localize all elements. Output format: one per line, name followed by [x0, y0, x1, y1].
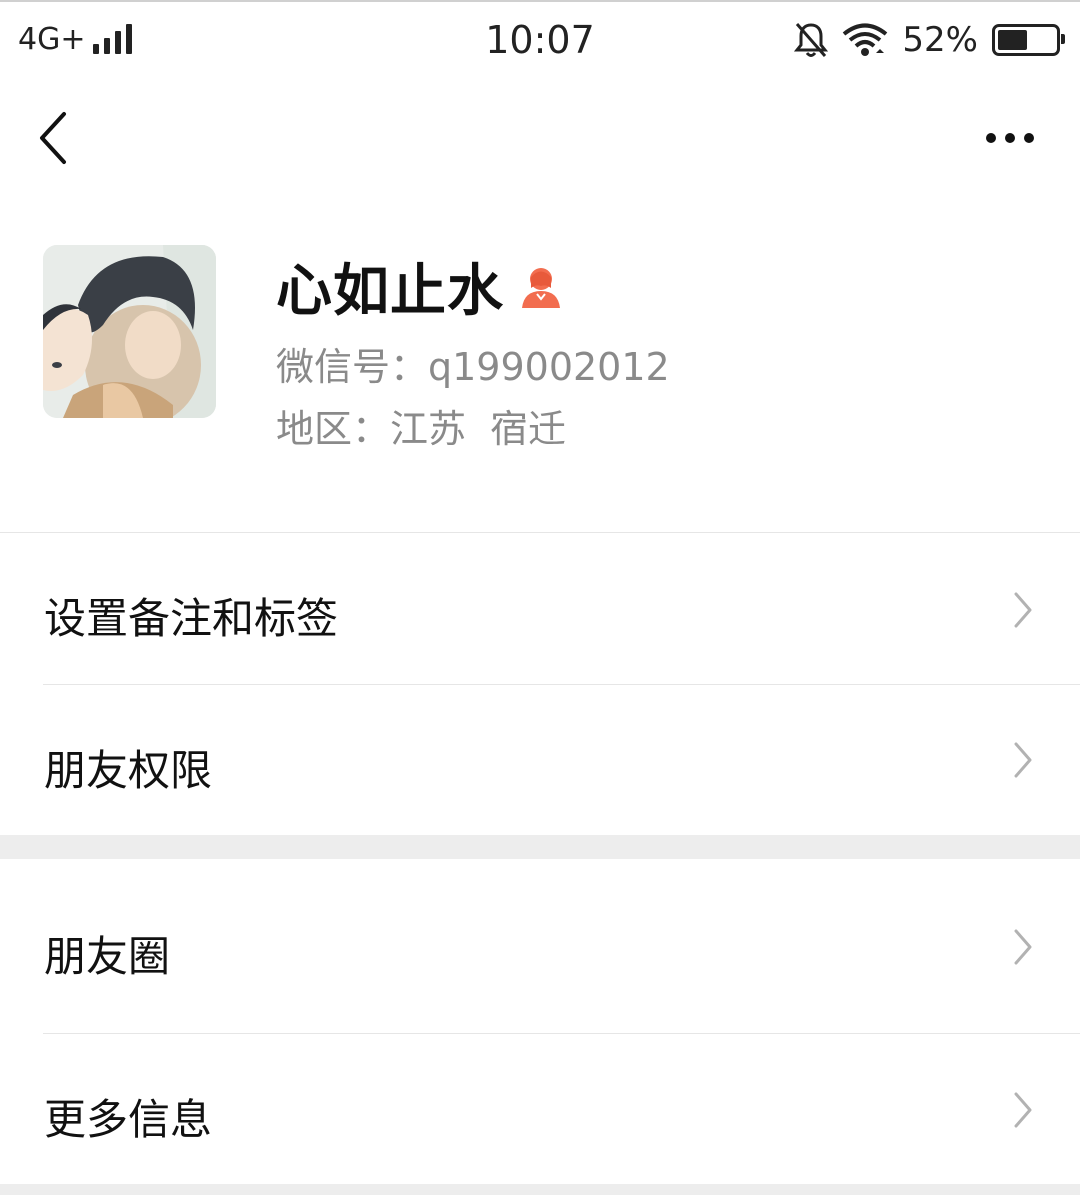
dot [1024, 133, 1034, 143]
menu-item-label: 设置备注和标签 [44, 594, 339, 643]
avatar[interactable] [43, 245, 216, 418]
section-separator [0, 835, 1080, 859]
menu-item-label: 朋友权限 [44, 746, 213, 795]
chevron-left-icon[interactable] [26, 102, 86, 172]
wechat-id: 微信号：q199002012 [276, 345, 670, 389]
status-right: 52% [794, 20, 1065, 60]
chevron-right-icon [1014, 929, 1032, 965]
menu-item-label: 朋友圈 [44, 932, 171, 981]
battery-percent: 52% [902, 20, 978, 60]
chevron-right-icon [1014, 592, 1032, 628]
profile-name: 心如止水 [276, 259, 504, 324]
dot [1005, 133, 1015, 143]
profile-header: 心如止水 微信号：q199002012 地区：江苏 宿迁 [0, 198, 1080, 532]
status-bar: 4G+ 10:07 52% [0, 0, 1080, 80]
nav-bar [0, 78, 1080, 198]
more-dots-icon[interactable] [980, 118, 1040, 158]
region-province: 江苏 [390, 407, 467, 451]
menu-item-label: 更多信息 [44, 1095, 213, 1144]
battery-icon [992, 24, 1065, 56]
region-city: 宿迁 [490, 407, 567, 451]
menu-item-more-info[interactable]: 更多信息 [0, 1034, 1080, 1184]
region: 地区：江苏 宿迁 [276, 398, 566, 453]
mute-bell-icon [794, 23, 829, 57]
menu-item-moments[interactable]: 朋友圈 [0, 859, 1080, 1033]
region-label: 地区： [276, 407, 391, 451]
female-icon [522, 267, 560, 308]
battery-fill [998, 30, 1028, 50]
dot [986, 133, 996, 143]
menu-item-remark-tags[interactable]: 设置备注和标签 [0, 533, 1080, 683]
chevron-right-icon [1014, 1092, 1032, 1128]
menu-item-friend-permissions[interactable]: 朋友权限 [0, 685, 1080, 835]
wifi-icon [843, 23, 888, 56]
section-separator [0, 1184, 1080, 1195]
chevron-right-icon [1014, 742, 1032, 778]
name-row: 心如止水 [276, 246, 564, 327]
avatar-illustration [43, 245, 216, 418]
